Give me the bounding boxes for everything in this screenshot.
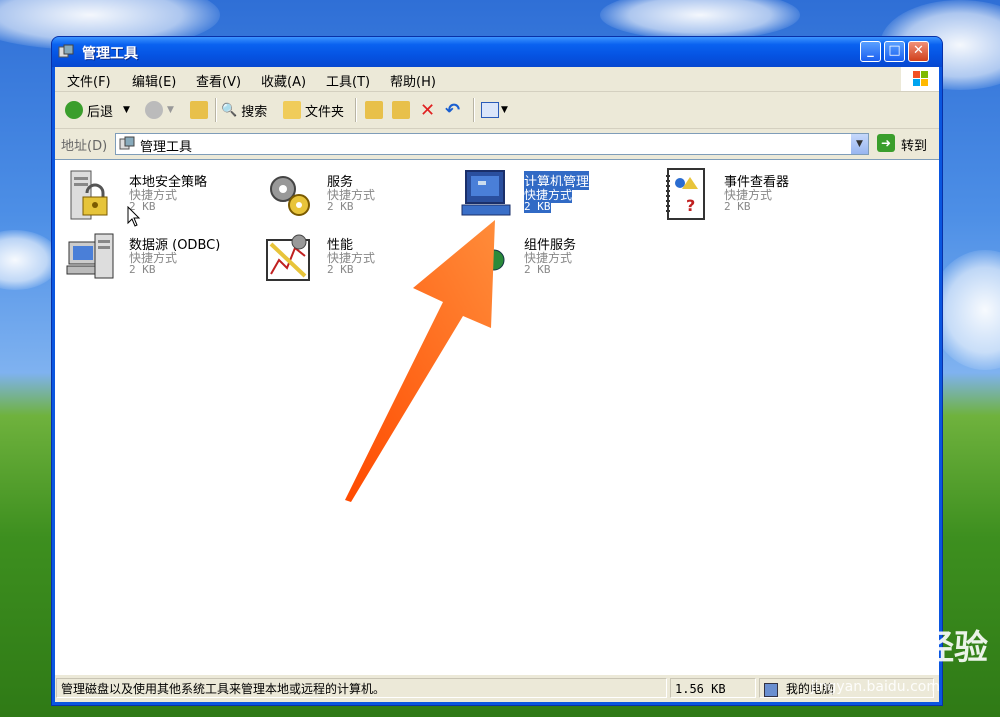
windows-logo-icon <box>901 67 939 91</box>
baidu-watermark: Bai du 经验 <box>806 629 988 667</box>
desktop-cloud <box>600 0 800 40</box>
event-viewer-icon: ? <box>666 168 705 220</box>
menu-bar: 文件(F) 编辑(E) 查看(V) 收藏(A) 工具(T) 帮助(H) <box>55 67 939 92</box>
toolbar-separator <box>473 98 475 122</box>
forward-button[interactable]: ▼ <box>145 99 174 121</box>
item-local-security-policy[interactable]: 本地安全策略 快捷方式 2 KB <box>65 167 265 227</box>
minimize-button[interactable]: _ <box>860 41 881 62</box>
back-button[interactable]: 后退 ▼ <box>65 99 130 121</box>
folder-icon <box>283 101 301 119</box>
menu-favorites[interactable]: 收藏(A) <box>261 71 306 90</box>
forward-dropdown-icon[interactable]: ▼ <box>167 105 174 115</box>
close-button[interactable]: ✕ <box>908 41 929 62</box>
address-value: 管理工具 <box>140 140 193 155</box>
title-bar[interactable]: 管理工具 _ □ ✕ <box>52 37 942 67</box>
go-arrow-icon[interactable]: ➜ <box>877 134 895 152</box>
status-description: 管理磁盘以及使用其他系统工具来管理本地或远程的计算机。 <box>56 678 667 698</box>
toolbar-separator <box>355 98 357 122</box>
file-view[interactable]: 本地安全策略 快捷方式 2 KB 服务 快捷方式 2 KB 计算机管理 快捷方式… <box>55 159 939 674</box>
folders-label: 文件夹 <box>305 104 345 120</box>
views-icon <box>481 102 499 118</box>
move-to-icon <box>365 101 383 119</box>
forward-arrow-icon <box>145 101 163 119</box>
explorer-window: 管理工具 _ □ ✕ 文件(F) 编辑(E) 查看(V) 收藏(A) 工具(T)… <box>51 36 943 706</box>
undo-icon: ↶ <box>445 99 461 121</box>
address-label: 地址(D) <box>61 139 108 154</box>
window-title: 管理工具 <box>82 46 138 62</box>
my-computer-icon <box>764 682 778 697</box>
search-icon: 🔍 <box>221 102 238 118</box>
maximize-button[interactable]: □ <box>884 41 905 62</box>
folders-button[interactable]: 文件夹 <box>283 99 344 121</box>
odbc-data-source-icon <box>66 233 114 279</box>
security-policy-icon <box>70 170 108 220</box>
search-button[interactable]: 🔍 搜索 <box>221 99 267 121</box>
menu-edit[interactable]: 编辑(E) <box>132 71 176 90</box>
menu-view[interactable]: 查看(V) <box>196 71 241 90</box>
item-size: 2 KB <box>524 200 551 213</box>
services-gears-icon <box>270 176 310 216</box>
item-event-viewer[interactable]: ? 事件查看器 快捷方式 2 KB <box>660 167 860 227</box>
copy-to-button[interactable] <box>392 99 414 121</box>
toolbar-separator <box>215 98 217 122</box>
delete-button[interactable]: ✕ <box>420 99 435 121</box>
back-arrow-icon <box>65 101 83 119</box>
undo-button[interactable]: ↶ <box>445 99 460 121</box>
address-input[interactable]: 管理工具 ▼ <box>115 133 869 155</box>
admin-tools-icon <box>119 136 135 150</box>
admin-tools-icon <box>58 44 74 58</box>
menu-file[interactable]: 文件(F) <box>67 71 111 90</box>
window-client: 文件(F) 编辑(E) 查看(V) 收藏(A) 工具(T) 帮助(H) 后退 ▼ <box>55 67 939 702</box>
svg-text:?: ? <box>686 196 695 215</box>
menu-tools[interactable]: 工具(T) <box>326 71 370 90</box>
annotation-arrow-icon <box>345 220 495 502</box>
delete-icon: ✕ <box>420 99 436 121</box>
go-button[interactable]: 转到 <box>901 135 927 154</box>
address-bar: 地址(D) 管理工具 ▼ ➜ 转到 <box>55 129 939 159</box>
back-dropdown-icon[interactable]: ▼ <box>123 105 130 115</box>
toolbar: 后退 ▼ ▼ 🔍 搜索 文件夹 ✕ ↶ ▼ <box>55 92 939 129</box>
copy-to-icon <box>392 101 410 119</box>
item-size: 2 KB <box>129 263 156 276</box>
menu-help[interactable]: 帮助(H) <box>390 71 436 90</box>
item-size: 2 KB <box>724 200 751 213</box>
baidu-watermark-url: jingyan.baidu.com <box>810 679 940 695</box>
back-label: 后退 <box>87 104 114 120</box>
item-size: 2 KB <box>524 263 551 276</box>
up-folder-button[interactable] <box>190 99 212 121</box>
views-dropdown-icon: ▼ <box>501 105 508 115</box>
mouse-cursor-icon <box>127 206 141 227</box>
status-size: 1.56 KB <box>670 678 756 698</box>
address-dropdown-icon[interactable]: ▼ <box>851 134 868 154</box>
status-bar: 管理磁盘以及使用其他系统工具来管理本地或远程的计算机。 1.56 KB 我的电脑 <box>55 674 939 702</box>
search-label: 搜索 <box>241 104 268 120</box>
views-button[interactable]: ▼ <box>481 99 508 121</box>
move-to-button[interactable] <box>365 99 387 121</box>
performance-chart-icon <box>266 234 310 281</box>
item-data-sources[interactable]: 数据源 (ODBC) 快捷方式 2 KB <box>65 230 265 290</box>
up-folder-icon <box>190 101 208 119</box>
